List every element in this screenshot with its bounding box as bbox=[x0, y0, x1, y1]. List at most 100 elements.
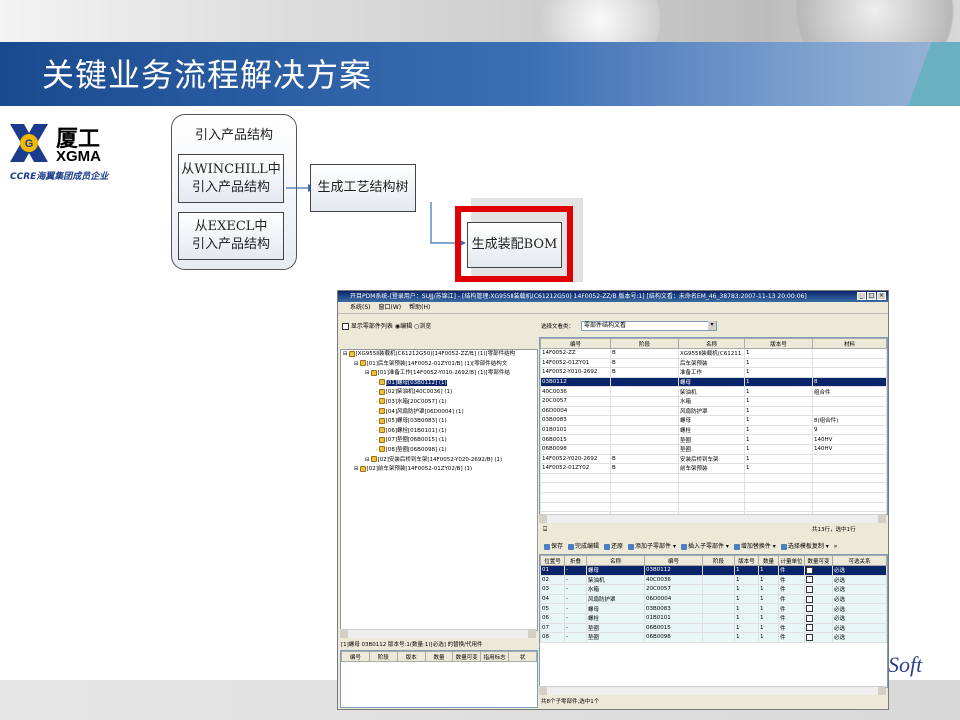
substitute-col-header[interactable]: 指用标志 bbox=[480, 651, 510, 662]
toolbar-button[interactable]: 选择模板复制 ▾ bbox=[780, 542, 829, 552]
substitute-col-header[interactable]: 数量可变 bbox=[452, 651, 482, 662]
doc-col-header[interactable]: 名称 bbox=[678, 338, 745, 349]
tree-node[interactable]: · [05]螺母[03B0083] (1) bbox=[341, 417, 537, 427]
qty-variable-checkbox[interactable] bbox=[806, 566, 813, 574]
table-row[interactable]: 14F0052-ZZ B XG955Ⅱ装载机(C61211 1 bbox=[540, 348, 887, 359]
menu-system[interactable]: 系统(S) bbox=[350, 302, 371, 313]
qty-variable-checkbox[interactable] bbox=[806, 576, 813, 584]
tree-hscrollbar[interactable] bbox=[340, 629, 536, 638]
tree-expander-icon[interactable]: · bbox=[376, 447, 378, 453]
tree-expander-icon[interactable]: ⊟ bbox=[343, 351, 348, 357]
table-row[interactable]: 06D0004 风扇防护罩 1 bbox=[540, 405, 887, 417]
bom-col-header[interactable]: 编号 bbox=[644, 555, 703, 566]
close-button[interactable]: × bbox=[877, 292, 886, 300]
menu-window[interactable]: 窗口(W) bbox=[379, 302, 402, 313]
toolbar-button[interactable]: 完成编辑 bbox=[568, 542, 599, 552]
substitute-col-header[interactable]: 版本 bbox=[396, 651, 426, 662]
qty-variable-checkbox[interactable] bbox=[806, 614, 813, 622]
substitute-col-header[interactable]: 数量 bbox=[424, 651, 454, 662]
table-row[interactable]: 04- 风扇防护罩 06D0004 1 1 件必选 bbox=[540, 593, 887, 605]
tree-expander-icon[interactable]: ⊟ bbox=[354, 361, 359, 367]
minimize-button[interactable]: _ bbox=[857, 292, 866, 300]
toolbar-button[interactable]: 插入子零部件 ▾ bbox=[680, 542, 729, 552]
bom-col-header[interactable]: 名称 bbox=[586, 555, 645, 566]
substitute-col-header[interactable]: 阶段 bbox=[368, 651, 398, 662]
table-row[interactable]: 05- 螺母 03B0083 1 1 件必选 bbox=[540, 603, 887, 614]
bom-col-header[interactable]: 折叠 bbox=[564, 555, 587, 566]
bom-col-header[interactable]: 数量 bbox=[758, 555, 779, 566]
tree-node[interactable]: · [08]垫圈[06B0098] (1) bbox=[341, 446, 537, 456]
qty-variable-checkbox[interactable] bbox=[806, 633, 813, 641]
doc-cell-name: 安装后桥到车架 bbox=[678, 453, 745, 465]
tree-node[interactable]: · [07]垫圈[06B0015] (1) bbox=[341, 436, 537, 446]
table-row[interactable]: 14F0052-Y020-2692 B 安装后桥到车架 1 bbox=[540, 453, 887, 465]
doc-col-header[interactable]: 阶段 bbox=[610, 338, 679, 349]
substitute-col-header[interactable]: 状 bbox=[508, 651, 537, 662]
table-row[interactable]: 08- 垫圈 06B0098 1 1 件必选 bbox=[540, 632, 887, 643]
qty-variable-checkbox[interactable] bbox=[806, 605, 813, 613]
bom-col-header[interactable]: 版本号 bbox=[734, 555, 759, 566]
tree-node[interactable]: · [04]风扇防护罩[06D0004] (1) bbox=[341, 408, 537, 418]
tree-node[interactable]: · [06]螺栓[01B0101] (1) bbox=[341, 427, 537, 437]
table-row[interactable]: 03- 水箱 20C0057 1 1 件必选 bbox=[540, 584, 887, 595]
tree-node[interactable]: ⊟ [02]前车架预装[14F0052-01ZY02/B] (1) bbox=[341, 465, 537, 475]
table-row[interactable]: 01B0101 螺栓 1 9 bbox=[540, 424, 887, 436]
tree-expander-icon[interactable]: · bbox=[376, 389, 378, 395]
maximize-button[interactable]: □ bbox=[867, 292, 876, 300]
tree-node[interactable]: ⊟ [01]后车架预装[14F0052-01ZY01/B] (1)[零部件结构文 bbox=[341, 360, 537, 370]
tree-node[interactable]: · [02]柴油机[40C0036] (1) bbox=[341, 388, 537, 398]
tree-node[interactable]: · [01]螺母[03B0112] (1) bbox=[341, 379, 537, 389]
doc-col-header[interactable]: 编号 bbox=[540, 338, 611, 349]
table-row[interactable]: 07- 垫圈 06B0015 1 1 件必选 bbox=[540, 622, 887, 634]
tree-expander-icon[interactable]: · bbox=[376, 380, 378, 386]
tree-expander-icon[interactable]: · bbox=[376, 418, 378, 424]
bom-col-header[interactable]: 可选关系 bbox=[832, 555, 887, 566]
qty-variable-checkbox[interactable] bbox=[806, 585, 813, 593]
clip-icon[interactable]: ⌹ bbox=[543, 525, 547, 534]
doc-type-select[interactable]: 零部件结构文看 bbox=[581, 321, 717, 331]
bom-col-header[interactable]: 计量单位 bbox=[778, 555, 805, 566]
toolbar-button[interactable]: 保存 bbox=[544, 542, 563, 552]
qty-variable-checkbox[interactable] bbox=[806, 595, 813, 603]
tree-expander-icon[interactable]: ⊟ bbox=[365, 370, 370, 376]
table-row[interactable]: 14F0052-01ZY01 B 后车架预装 1 bbox=[540, 357, 887, 369]
table-row[interactable]: 14F0052-01ZY02 B 前车架预装 1 bbox=[540, 463, 887, 474]
tree-node[interactable]: ⊟ [02]安装后桥到车架[14F0052-Y020-2692/B] (1) bbox=[341, 456, 537, 466]
doc-hscrollbar[interactable] bbox=[539, 514, 886, 523]
table-row[interactable]: 01- 螺母 03B0112 1 1 件必选 bbox=[540, 565, 887, 576]
doc-col-header[interactable]: 材料 bbox=[812, 338, 887, 349]
show-list-checkbox[interactable] bbox=[342, 323, 349, 330]
table-row[interactable]: 20C0057 水箱 1 bbox=[540, 395, 887, 407]
tree-expander-icon[interactable]: · bbox=[376, 399, 378, 405]
table-row[interactable]: 40C0036 柴油机 1 组合件 bbox=[540, 386, 887, 397]
bom-hscrollbar[interactable] bbox=[539, 686, 886, 695]
tree-expander-icon[interactable]: ⊟ bbox=[365, 457, 370, 463]
table-row[interactable]: 06B0098 垫圈 1 140HV bbox=[540, 443, 887, 455]
doc-cell-mat bbox=[812, 453, 887, 465]
tree-node[interactable]: ⊟ [01]准备工作[14F0052-Y010-2692/B] (1)[零部件结 bbox=[341, 369, 537, 379]
doc-cell-stage bbox=[610, 386, 679, 397]
table-row[interactable]: 03B0083 螺母 1 8(组合件) bbox=[540, 415, 887, 426]
table-row[interactable]: 06B0015 垫圈 1 140HV bbox=[540, 434, 887, 445]
toolbar-button[interactable]: 增加替换件 ▾ bbox=[733, 542, 776, 552]
menu-help[interactable]: 帮助(H) bbox=[409, 302, 430, 313]
toolbar-button[interactable]: » bbox=[834, 542, 838, 552]
tree-expander-icon[interactable]: ⊟ bbox=[354, 466, 359, 472]
bom-col-header[interactable]: 位置号 bbox=[540, 555, 565, 566]
doc-col-header[interactable]: 版本号 bbox=[744, 338, 813, 349]
bom-col-header[interactable]: 阶段 bbox=[702, 555, 735, 566]
tree-node[interactable]: · [03]水箱[20C0057] (1) bbox=[341, 398, 537, 408]
tree-node[interactable]: ⊟ [XG955Ⅱ装载机(C61212G50)[14F0052-ZZ/B] (1)… bbox=[341, 350, 537, 360]
substitute-col-header[interactable]: 编号 bbox=[341, 651, 370, 662]
toolbar-button[interactable]: 还原 bbox=[604, 542, 623, 552]
bom-col-header[interactable]: 数量可变 bbox=[804, 555, 833, 566]
table-row[interactable]: 02- 柴油机 40C0036 1 1 件必选 bbox=[540, 574, 887, 586]
table-row[interactable]: 03B0112 螺母 1 8 bbox=[540, 376, 887, 388]
tree-expander-icon[interactable]: · bbox=[376, 428, 378, 434]
table-row[interactable]: 14F0052-Y010-2692 B 准备工作 1 bbox=[540, 367, 887, 378]
table-row[interactable]: 06- 螺栓 01B0101 1 1 件必选 bbox=[540, 612, 887, 624]
tree-expander-icon[interactable]: · bbox=[376, 437, 378, 443]
qty-variable-checkbox[interactable] bbox=[806, 624, 813, 632]
tree-expander-icon[interactable]: · bbox=[376, 409, 378, 415]
toolbar-button[interactable]: 添加子零部件 ▾ bbox=[628, 542, 676, 552]
